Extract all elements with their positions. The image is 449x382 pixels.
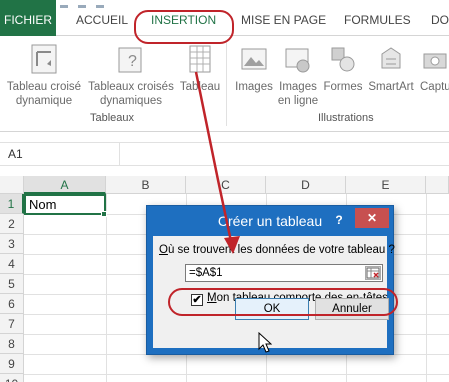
smartart-button[interactable]: SmartArt xyxy=(366,44,416,94)
range-selector-icon xyxy=(366,267,380,279)
table-button[interactable]: Tableau xyxy=(178,44,222,94)
gridline xyxy=(24,374,449,375)
row-header-10[interactable]: 10 xyxy=(0,374,24,382)
tab-formulas[interactable]: FORMULES xyxy=(344,0,411,36)
smartart-icon xyxy=(381,47,401,69)
formula-bar: A1 xyxy=(0,142,449,166)
pivot-table-button[interactable]: Tableau croisé dynamique xyxy=(4,44,84,108)
column-header-f[interactable] xyxy=(426,176,449,194)
column-header-d[interactable]: D xyxy=(266,176,346,194)
annotation-insert-highlight xyxy=(134,10,234,44)
online-images-icon xyxy=(285,48,310,73)
column-header-b[interactable]: B xyxy=(106,176,186,194)
range-input[interactable]: =$A$1 xyxy=(185,264,383,282)
pivot-table-icon xyxy=(31,44,57,74)
column-header-c[interactable]: C xyxy=(186,176,266,194)
table-icon xyxy=(189,45,211,73)
collapse-range-button[interactable] xyxy=(365,266,381,280)
online-images-button[interactable]: Images en ligne xyxy=(276,44,320,108)
group-separator xyxy=(226,42,227,126)
group-label-tables: Tableaux xyxy=(90,112,135,124)
cell-a1[interactable]: Nom xyxy=(24,194,106,215)
row-header-5[interactable]: 5 xyxy=(0,274,24,294)
row-header-9[interactable]: 9 xyxy=(0,354,24,374)
group-label-illustrations: Illustrations xyxy=(318,112,374,124)
select-all-corner[interactable] xyxy=(0,176,24,194)
fill-handle[interactable] xyxy=(101,211,107,217)
ribbon-insert: Tableau croisé dynamique ? Tableaux croi… xyxy=(0,36,449,132)
images-button[interactable]: Images xyxy=(232,44,276,94)
recommended-pivot-icon: ? xyxy=(118,47,142,73)
row-header-3[interactable]: 3 xyxy=(0,234,24,254)
save-icon[interactable] xyxy=(60,5,68,8)
mouse-cursor-icon xyxy=(258,332,272,353)
annotation-checkbox-highlight xyxy=(168,288,398,316)
name-box[interactable]: A1 xyxy=(0,143,120,165)
tab-home[interactable]: ACCUEIL xyxy=(76,0,128,36)
gridline xyxy=(106,194,107,382)
images-icon xyxy=(241,48,267,70)
column-header-e[interactable]: E xyxy=(346,176,426,194)
row-header-6[interactable]: 6 xyxy=(0,294,24,314)
gridline xyxy=(426,194,427,382)
column-header-a[interactable]: A xyxy=(24,176,106,194)
row-header-8[interactable]: 8 xyxy=(0,334,24,354)
help-button[interactable]: ? xyxy=(333,206,345,234)
recommended-pivot-button[interactable]: ? Tableaux croisés dynamiques xyxy=(86,44,176,108)
row-header-7[interactable]: 7 xyxy=(0,314,24,334)
screenshot-button[interactable]: Captu xyxy=(420,44,449,94)
tab-data[interactable]: DO xyxy=(431,0,449,36)
close-button[interactable]: ✕ xyxy=(355,208,389,228)
shapes-button[interactable]: Formes xyxy=(322,44,364,94)
row-header-1[interactable]: 1 xyxy=(0,194,24,214)
tab-page-layout[interactable]: MISE EN PAGE xyxy=(241,0,326,36)
camera-icon xyxy=(423,53,447,69)
svg-text:?: ? xyxy=(128,53,137,70)
row-header-4[interactable]: 4 xyxy=(0,254,24,274)
shapes-icon xyxy=(331,47,355,72)
tab-file[interactable]: FICHIER xyxy=(0,0,56,36)
range-prompt: Où se trouvent les données de votre tabl… xyxy=(159,244,395,256)
row-header-2[interactable]: 2 xyxy=(0,214,24,234)
